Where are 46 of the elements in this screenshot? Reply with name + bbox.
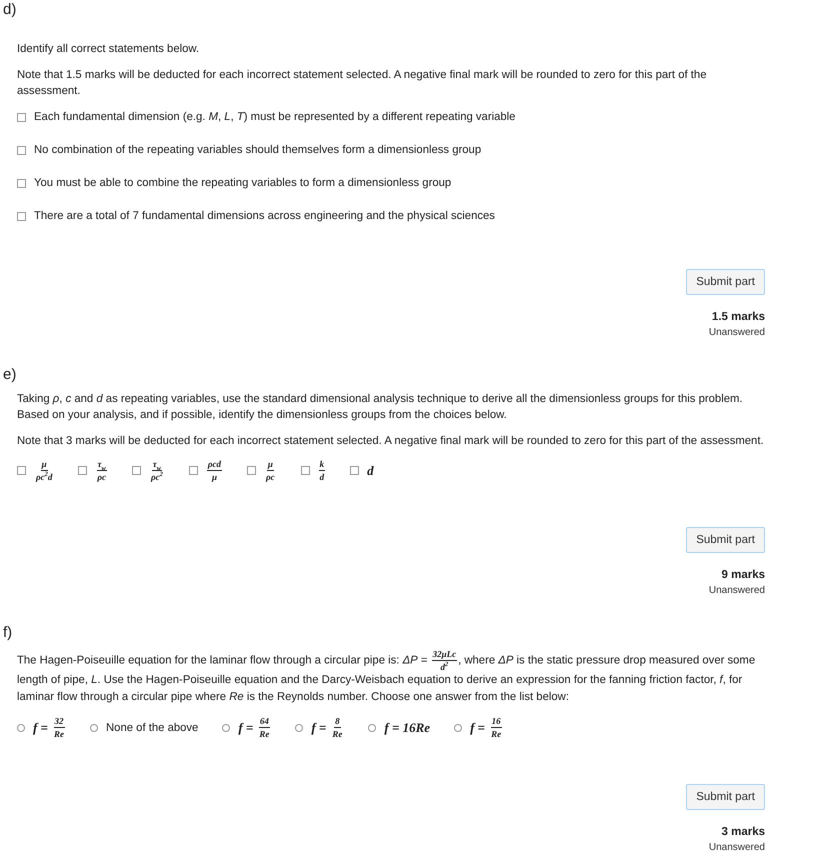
status-text: Unanswered <box>708 585 765 597</box>
checkbox[interactable] <box>132 466 142 475</box>
part-label: e) <box>3 366 16 384</box>
option-label: μ ρc$^{2}$d <box>34 459 54 482</box>
checkbox[interactable] <box>17 178 26 188</box>
checkbox[interactable] <box>247 466 256 475</box>
option-label: τ$_{w}$ ρc$^{2}$ <box>150 459 164 482</box>
checkbox[interactable] <box>17 212 26 220</box>
submit-button[interactable]: Submit part <box>686 527 765 553</box>
checkbox[interactable] <box>350 466 360 475</box>
part-label: d) <box>3 1 16 19</box>
option-label: μ ρc <box>264 459 276 482</box>
radio-button[interactable] <box>17 724 25 732</box>
part-label: f) <box>3 624 12 642</box>
marks-text: 3 marks <box>722 825 765 840</box>
radio-button[interactable] <box>90 724 98 732</box>
option-label: ρcd μ <box>206 459 224 482</box>
marks-text: 1.5 marks <box>712 310 765 325</box>
submit-button[interactable]: Submit part <box>686 784 765 810</box>
question-text: Note that 1.5 marks will be deducted for each incorrect statement selected. A negative final mark will be rounded to zero for this part of the assessment. <box>17 68 708 99</box>
radio-button[interactable] <box>222 724 230 732</box>
checkbox[interactable] <box>17 112 26 122</box>
question-text: Note that 3 marks will be deducted for each incorrect statement selected. A negative final mark will be rounded to zero for this part of the assessment. <box>17 434 765 449</box>
radio-button[interactable] <box>295 724 304 732</box>
option-label: You must be able to combine the repeating variables to form a dimensionless group <box>34 176 452 191</box>
checkbox[interactable] <box>188 466 198 475</box>
option-label: k d <box>318 459 326 482</box>
option-label: d <box>367 462 374 478</box>
question-text: Identify all correct statements below. <box>17 42 200 57</box>
radio-button[interactable] <box>454 724 462 732</box>
option-label: None of the above <box>106 720 198 736</box>
status-text: Unanswered <box>708 842 765 854</box>
option-label: There are a total of 7 fundamental dimensions across engineering and the physical sciences <box>34 209 495 224</box>
option-label: f = 16Re <box>384 720 430 736</box>
checkbox[interactable] <box>300 466 310 475</box>
option-label: Each fundamental dimension (e.g. M, L, T) must be represented by a different repeating variable <box>34 110 516 125</box>
status-text: Unanswered <box>708 327 765 339</box>
option-label: τ$_{w}$ ρc <box>96 459 108 482</box>
option-label: No combination of the repeating variables should themselves form a dimensionless group <box>34 143 482 158</box>
radio-button[interactable] <box>368 724 376 732</box>
submit-button[interactable]: Submit part <box>686 269 765 295</box>
checkbox[interactable] <box>78 466 88 475</box>
checkbox[interactable] <box>17 146 26 154</box>
checkbox[interactable] <box>17 466 26 475</box>
marks-text: 9 marks <box>722 568 765 583</box>
question-text: Taking ρ, c and d as repeating variables, use the standard dimensional analysis technique to derive all the dimensionless groups for this problem. Based on your analysis, and if possible, identify the dimensionless groups from the choices below. <box>17 392 744 423</box>
